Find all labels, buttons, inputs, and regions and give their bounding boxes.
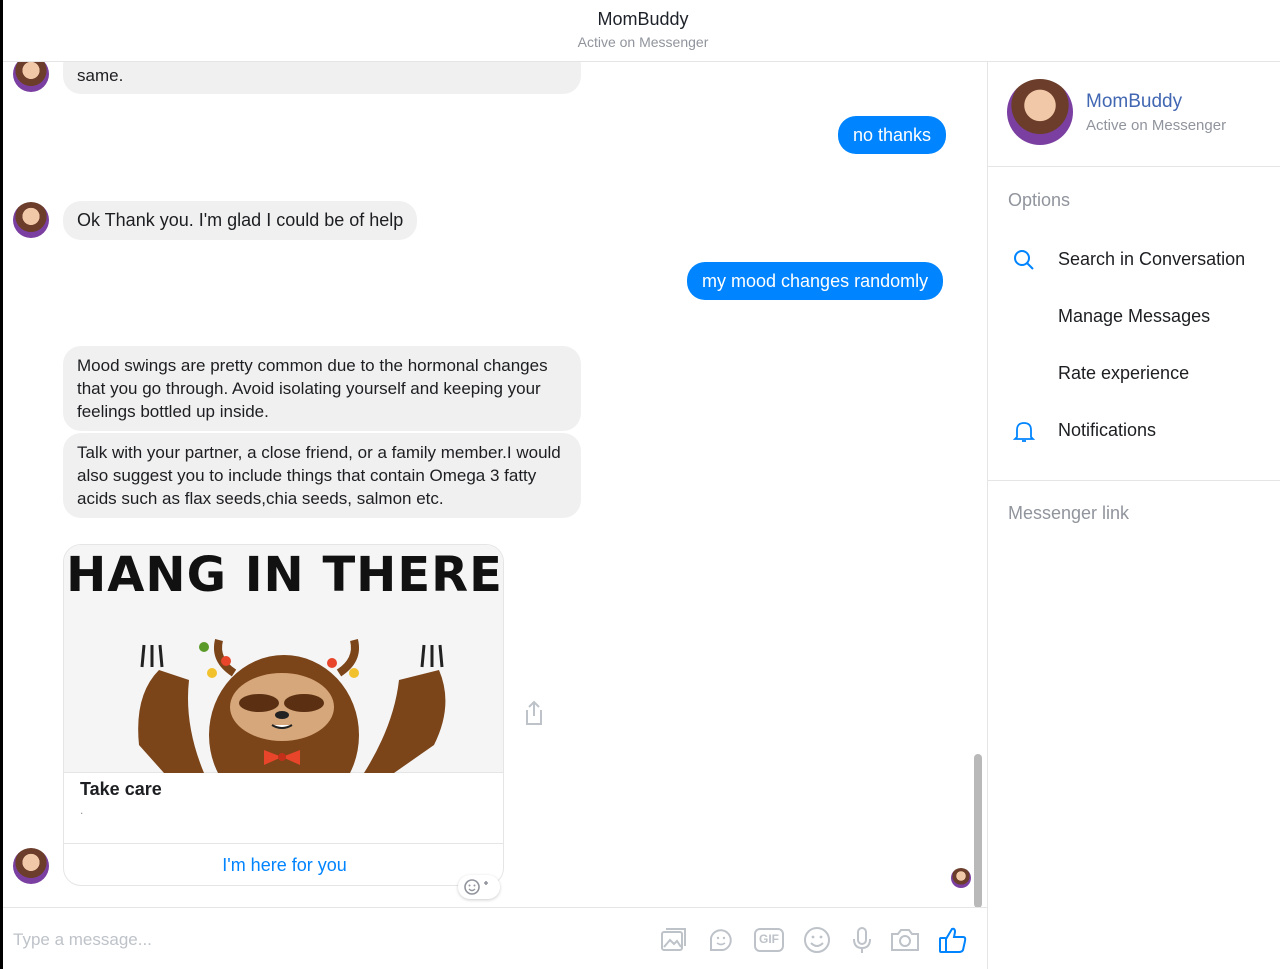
contact-avatar[interactable] [13, 62, 49, 92]
contact-avatar[interactable] [13, 848, 49, 884]
add-reaction-icon[interactable] [458, 875, 500, 899]
message-list[interactable]: same. no thanks Ok Thank you. I'm glad I… [3, 62, 987, 907]
card-image: HANG IN THERE [64, 545, 503, 773]
card-button-here-for-you[interactable]: I'm here for you [64, 843, 503, 885]
contact-avatar[interactable] [13, 202, 49, 238]
option-label: Rate experience [1058, 363, 1190, 383]
conversation-header: MomBuddy Active on Messenger [3, 0, 1280, 62]
thumbs-up-icon[interactable] [937, 924, 969, 956]
option-label: Notifications [1058, 420, 1157, 440]
gif-label: GIF [759, 932, 779, 946]
option-notifications[interactable]: Notifications [988, 407, 1280, 455]
card-title: Take care [80, 779, 162, 799]
messenger-link-heading[interactable]: Messenger link [1008, 503, 1129, 524]
camera-icon[interactable] [889, 924, 921, 956]
message-composer: GIF [3, 907, 987, 969]
contact-profile-avatar[interactable] [1007, 79, 1073, 145]
incoming-message[interactable]: Ok Thank you. I'm glad I could be of hel… [63, 201, 418, 240]
microphone-icon[interactable] [846, 924, 878, 956]
incoming-message[interactable]: Mood swings are pretty common due to the… [63, 346, 581, 431]
incoming-message[interactable]: Talk with your partner, a close friend, … [63, 433, 581, 518]
incoming-message[interactable]: same. [63, 62, 581, 94]
photo-icon[interactable] [657, 924, 689, 956]
bell-icon [1012, 422, 1036, 442]
generic-template-card[interactable]: HANG IN THERE Take care . I'm here for y… [63, 544, 504, 886]
sticker-icon[interactable] [705, 924, 737, 956]
conversation-status: Active on Messenger [577, 34, 709, 50]
option-manage-messages[interactable]: Manage Messages [988, 293, 1280, 341]
contact-status: Active on Messenger [1086, 117, 1227, 134]
conversation-details-panel: MomBuddy Active on Messenger Options Sea… [987, 62, 1280, 969]
option-label: Manage Messages [1058, 306, 1211, 326]
card-subtitle: . [80, 803, 84, 817]
scrollbar[interactable] [974, 754, 982, 907]
conversation-title: MomBuddy [597, 9, 689, 29]
outgoing-message[interactable]: my mood changes randomly [687, 262, 944, 300]
messenger-window: MomBuddy Active on Messenger same. no th… [0, 0, 1280, 969]
search-icon [1014, 250, 1034, 270]
outgoing-message[interactable]: no thanks [838, 116, 947, 154]
divider [988, 480, 1280, 481]
option-search-in-conversation[interactable]: Search in Conversation [988, 236, 1280, 284]
gif-icon[interactable]: GIF [753, 924, 785, 956]
emoji-icon[interactable] [801, 924, 833, 956]
options-heading[interactable]: Options [1008, 190, 1070, 211]
option-rate-experience[interactable]: Rate experience [988, 350, 1280, 398]
share-icon[interactable] [519, 698, 549, 728]
contact-name[interactable]: MomBuddy [1086, 91, 1182, 113]
option-label: Search in Conversation [1058, 249, 1246, 269]
sloth-illustration [138, 639, 446, 773]
read-receipt-avatar [951, 868, 971, 888]
message-input[interactable] [13, 928, 613, 952]
divider [988, 166, 1280, 167]
